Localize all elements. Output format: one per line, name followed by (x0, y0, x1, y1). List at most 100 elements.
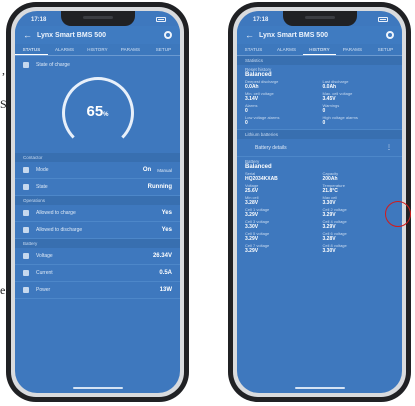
phone-bezel: 17:18 ← Lynx Smart BMS 500 STATUS ALARMS… (233, 7, 406, 397)
gauge-number: 65 (86, 103, 104, 120)
mode-row[interactable]: Mode On Manual (15, 162, 180, 179)
soc-row: State of charge (15, 56, 180, 73)
battery-cell: Max cell 3.30V (323, 195, 395, 206)
battery-icon (156, 17, 166, 22)
tab-params[interactable]: PARAMS (336, 44, 369, 55)
voltage-icon (23, 253, 29, 259)
battery-grid: Serial HQ2034KXAB Capacity 200Ah Voltage 25… (245, 171, 394, 254)
tab-history[interactable]: HISTORY (303, 44, 336, 55)
current-label: Current (36, 270, 53, 276)
section-contactor: Contactor (15, 153, 180, 162)
history-cell: Max. cell voltage 3.45V (323, 91, 395, 102)
battery-cell: Cell 5 voltage 3.29V (245, 231, 317, 242)
screen-status: 17:18 ← Lynx Smart BMS 500 STATUS ALARMS… (15, 11, 180, 393)
history-cell: Alarms 0 (245, 103, 317, 114)
battery-cell: Cell 7 voltage 3.29V (245, 243, 317, 254)
cell-value: 0 (245, 108, 248, 114)
tab-params[interactable]: PARAMS (114, 44, 147, 55)
cell-value: 25.6V (245, 188, 259, 194)
state-icon (23, 184, 29, 190)
state-row: State Running (15, 179, 180, 196)
mode-extra: Manual (157, 167, 172, 173)
cell-value: 3.29V (322, 212, 336, 218)
back-arrow-icon[interactable]: ← (23, 30, 37, 40)
battery-cell: Cell 3 voltage 3.30V (245, 219, 317, 230)
tab-setup[interactable]: SETUP (369, 44, 402, 55)
section-battery: Battery (15, 239, 180, 248)
battery-details-row[interactable]: Battery details ⋮ (237, 139, 402, 157)
battery-cell: Cell 8 voltage 3.30V (323, 243, 395, 254)
cell-value: 3.14V (245, 96, 259, 102)
soc-gauge: 65% (15, 73, 180, 153)
highlight-circle (385, 201, 411, 227)
battery-cell: Cell 1 voltage 3.29V (245, 207, 317, 218)
history-cell: Warnings 0 (323, 103, 395, 114)
status-time: 17:18 (253, 16, 269, 23)
tab-alarms[interactable]: ALARMS (270, 44, 303, 55)
app-title: Lynx Smart BMS 500 (37, 31, 106, 39)
app-title: Lynx Smart BMS 500 (259, 31, 328, 39)
cell-value: 3.28V (245, 200, 259, 206)
cell-value: 0.0Ah (245, 84, 259, 90)
phone-right: 17:18 ← Lynx Smart BMS 500 STATUS ALARMS… (228, 2, 411, 402)
screen-history: 17:18 ← Lynx Smart BMS 500 STATUS ALARMS… (237, 11, 402, 393)
gauge-unit: % (103, 112, 109, 118)
back-arrow-icon[interactable]: ← (245, 30, 259, 40)
home-indicator[interactable] (72, 387, 123, 389)
section-operations: Operations (15, 196, 180, 205)
cell-value: 3.30V (322, 248, 336, 254)
cell-value: 0.0Ah (322, 84, 337, 90)
history-cell: Min. cell voltage 3.14V (245, 91, 317, 102)
history-grid: Deepest discharge 0.0Ah Last discharge 0.0… (245, 79, 394, 126)
allowed-discharge-label: Allowed to discharge (36, 227, 83, 233)
battery-details-label: Battery details (255, 144, 287, 151)
cell-value: 3.29V (245, 248, 259, 254)
gear-icon[interactable] (386, 31, 394, 39)
cell-value: 3.30V (245, 224, 259, 230)
allowed-discharge-value: Yes (161, 227, 172, 233)
discharge-icon (23, 227, 29, 233)
margin-text-1: , (2, 63, 5, 77)
tab-history[interactable]: HISTORY (81, 44, 114, 55)
cell-value: 21.8°C (322, 188, 338, 194)
cell-value: 3.29V (245, 212, 259, 218)
tab-alarms[interactable]: ALARMS (48, 44, 81, 55)
battery-icon (23, 61, 29, 68)
cell-value: 0 (322, 120, 326, 126)
history-cell: Deepest discharge 0.0Ah (245, 79, 317, 90)
power-label: Power (36, 287, 51, 293)
power-row: Power 13W (15, 282, 180, 299)
allowed-charge-value: Yes (161, 210, 172, 216)
power-value: 13W (159, 287, 172, 293)
phone-bezel: 17:18 ← Lynx Smart BMS 500 STATUS ALARMS… (11, 7, 184, 397)
gear-icon[interactable] (164, 31, 172, 39)
battery-cell: Cell 4 voltage 3.29V (323, 219, 395, 230)
voltage-label: Voltage (36, 253, 53, 259)
more-options-icon[interactable]: ⋮ (383, 142, 395, 154)
charge-icon (23, 210, 29, 216)
state-label: State (36, 184, 48, 190)
tab-setup[interactable]: SETUP (147, 44, 180, 55)
cell-value: 3.28V (322, 236, 336, 242)
home-indicator[interactable] (294, 387, 345, 389)
battery-block-status: Balanced (245, 164, 272, 170)
section-lithium: Lithium batteries (237, 130, 402, 139)
allowed-charge-row: Allowed to charge Yes (15, 205, 180, 222)
cell-value: 3.45V (322, 96, 336, 102)
battery-cell: Cell 6 voltage 3.28V (323, 231, 395, 242)
cell-value: 3.29V (245, 236, 259, 242)
tab-status[interactable]: STATUS (237, 44, 270, 55)
tab-status[interactable]: STATUS (15, 44, 48, 55)
state-value: Running (147, 184, 172, 190)
margin-text-3: e (0, 283, 6, 297)
cell-value: 3.30V (322, 200, 336, 206)
cell-value: 0 (245, 120, 248, 126)
battery-cell: Cell 2 voltage 3.29V (323, 207, 395, 218)
section-statistics: Statistics (237, 56, 402, 65)
mode-label: Mode (36, 167, 49, 173)
battery-block: Battery Balanced Serial HQ2034KXAB Capaci… (237, 157, 402, 257)
current-row: Current 0.5A (15, 265, 180, 282)
history-cell: Low voltage alarms 0 (245, 115, 317, 126)
tab-bar: STATUS ALARMS HISTORY PARAMS SETUP (15, 44, 180, 56)
history-block-status: Balanced (245, 72, 272, 78)
